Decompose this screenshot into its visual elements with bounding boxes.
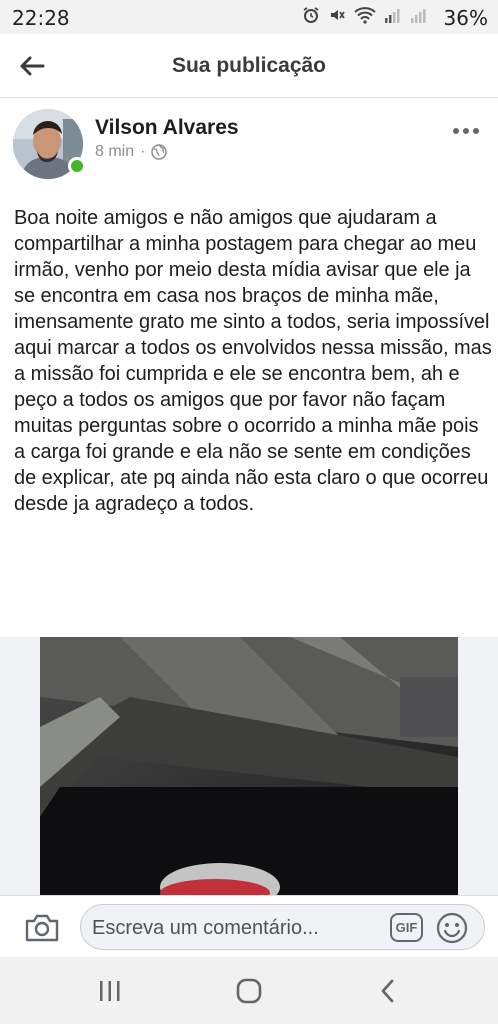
alarm-icon [303,7,319,23]
recent-apps-button[interactable] [90,975,130,1007]
mute-icon [331,10,345,20]
author-name[interactable]: Vilson Alvares [95,116,239,140]
back-icon [381,979,394,1003]
signal-icon-2 [411,9,426,23]
recent-apps-icon [100,981,120,1001]
comment-bar: Escreva um comentário... GIF [0,895,498,957]
meta-separator: · [140,143,146,160]
post-photo-area [0,637,498,895]
app-header: Sua publicação [0,34,498,98]
gif-button[interactable]: GIF [390,913,423,942]
emoji-button[interactable] [436,912,468,944]
status-bar: 22:28 36% [0,0,498,34]
status-icons [302,6,428,24]
camera-button[interactable] [22,908,62,948]
post-header: Vilson Alvares 8 min · [0,99,498,189]
post-text: Boa noite amigos e não amigos que ajudar… [14,207,492,515]
signal-icon [385,9,400,23]
smiley-icon [436,912,468,944]
comment-input[interactable]: Escreva um comentário... GIF [80,904,485,950]
photo-image [40,637,458,895]
status-time: 22:28 [12,6,70,30]
battery-level: 36% [443,6,488,30]
camera-icon [25,914,59,942]
globe-icon [151,144,168,160]
post-time[interactable]: 8 min [95,143,134,161]
more-options-button[interactable] [448,119,484,143]
wifi-icon [354,7,376,24]
page-title: Sua publicação [171,54,327,77]
system-back-button[interactable] [368,975,408,1007]
post-photo[interactable] [40,637,458,895]
more-horizontal-icon [453,128,479,134]
comment-placeholder: Escreva um comentário... [92,917,319,939]
post-meta: 8 min · [95,143,168,161]
online-indicator [68,157,86,175]
nav-bar [0,957,498,1024]
home-icon [236,978,262,1004]
home-button[interactable] [229,975,269,1007]
